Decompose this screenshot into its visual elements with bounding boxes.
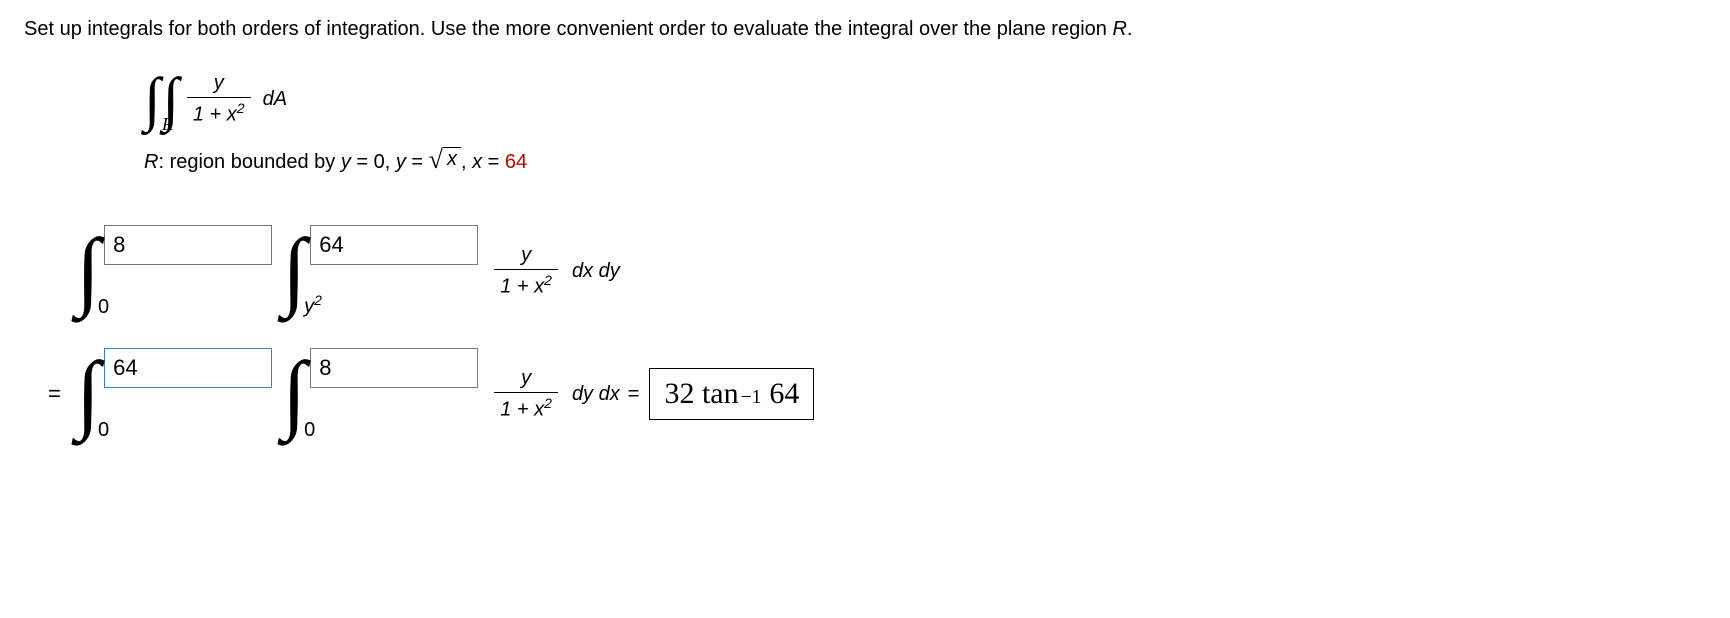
den2-pre: 1 + — [500, 399, 534, 421]
bar-2 — [494, 392, 558, 393]
integral-glyph-3: ∫ — [76, 345, 100, 442]
bar-1 — [494, 269, 558, 270]
den-sup: 2 — [237, 100, 245, 116]
eq1-rhs: = 0, — [351, 151, 396, 173]
result-exponent: −1 — [741, 387, 762, 409]
sqrt-expression: √x — [429, 147, 461, 173]
region-R: R — [144, 151, 158, 173]
prompt-period: . — [1127, 18, 1133, 40]
integrand-fraction: y 1 + x2 — [187, 72, 251, 127]
result-coef: 32 tan — [664, 377, 738, 411]
integral-glyph-2: ∫ — [282, 222, 306, 319]
inner-upper-input-2[interactable] — [310, 348, 478, 388]
differential-dA: dA — [263, 88, 287, 111]
num-1: y — [515, 244, 537, 267]
integral-order-dydx: = ∫ 0 ∫ 0 y 1 + x2 dy dx = 32 tan −1 64 — [48, 357, 1706, 432]
den-pre: 1 + — [193, 103, 227, 125]
double-integral-expression: ∫ R ∫ y 1 + x2 dA — [144, 69, 1706, 129]
equals-sign: = — [48, 381, 66, 407]
eq2-eq: = — [406, 151, 429, 173]
question-prompt: Set up integrals for both orders of inte… — [24, 18, 1706, 41]
region-mid: : region bounded by — [158, 151, 340, 173]
eq3-lhs: x — [472, 151, 482, 173]
den2-sup: 2 — [544, 395, 552, 411]
integral-symbol: ∫ R — [144, 69, 160, 129]
prompt-text: Set up integrals for both orders of inte… — [24, 18, 1112, 40]
den-2: 1 + x2 — [494, 395, 558, 422]
fraction-bar — [187, 97, 251, 98]
eq3-eq: = — [482, 151, 505, 173]
den1-var: x — [534, 276, 544, 298]
inner-integral-1: ∫ y2 — [282, 234, 306, 309]
den-var: x — [227, 103, 237, 125]
sqrt-symbol: √ — [429, 147, 443, 173]
integral-glyph: ∫ — [76, 222, 100, 319]
integral-order-dxdy: ∫ 0 ∫ y2 y 1 + x2 dx dy — [48, 234, 1706, 309]
outer-upper-input-2[interactable] — [104, 348, 272, 388]
integrand-2: y 1 + x2 — [494, 367, 558, 422]
outer-upper-input-1[interactable] — [104, 225, 272, 265]
outer-low-1: 0 — [98, 296, 109, 319]
integral-definition: ∫ R ∫ y 1 + x2 dA R: region bounded by y… — [144, 69, 1706, 174]
outer-integral-2: ∫ 0 — [76, 357, 100, 432]
eq1-lhs: y — [341, 151, 351, 173]
differentials-1: dx dy — [572, 260, 620, 283]
inner-low-sup: 2 — [314, 292, 322, 308]
den1-sup: 2 — [544, 272, 552, 288]
den-1: 1 + x2 — [494, 272, 558, 299]
differentials-2: dy dx — [572, 383, 620, 406]
outer-low-2: 0 — [98, 419, 109, 442]
eq3-comma: , — [461, 151, 472, 173]
eq3-rhs: 64 — [505, 151, 527, 173]
integrand-1: y 1 + x2 — [494, 244, 558, 299]
fraction-numerator: y — [208, 72, 230, 95]
result-arg: 64 — [769, 377, 799, 411]
sqrt-arg: x — [443, 147, 461, 171]
result-equals: = — [628, 383, 640, 406]
result-box: 32 tan −1 64 — [649, 368, 814, 420]
inner-low-1: y2 — [304, 292, 322, 319]
inner-low-2: 0 — [304, 419, 315, 442]
den2-var: x — [534, 399, 544, 421]
blank-lead — [48, 258, 66, 284]
outer-integral-1: ∫ 0 — [76, 234, 100, 309]
num-2: y — [515, 367, 537, 390]
inner-low-var: y — [304, 296, 314, 318]
integral-glyph-4: ∫ — [282, 345, 306, 442]
region-variable: R — [1112, 18, 1126, 40]
inner-upper-input-1[interactable] — [310, 225, 478, 265]
region-description: R: region bounded by y = 0, y = √x, x = … — [144, 147, 1706, 174]
integral-symbol-2: ∫ — [162, 69, 178, 129]
eq2-lhs: y — [396, 151, 406, 173]
fraction-denominator: 1 + x2 — [187, 100, 251, 127]
inner-integral-2: ∫ 0 — [282, 357, 306, 432]
den1-pre: 1 + — [500, 276, 534, 298]
answer-area: ∫ 0 ∫ y2 y 1 + x2 dx dy = ∫ 0 — [48, 234, 1706, 432]
